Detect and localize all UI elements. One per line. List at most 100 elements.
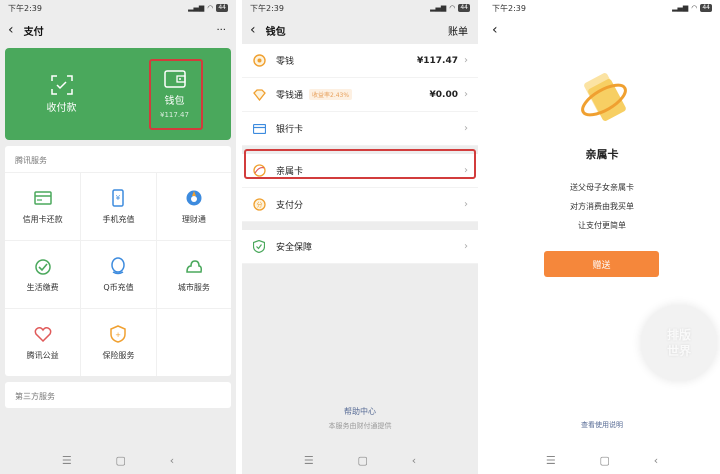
- row-value: ¥117.47: [417, 55, 458, 66]
- status-time: 下午2:39: [492, 3, 526, 13]
- svg-text:分: 分: [256, 201, 262, 209]
- payment-screen: 下午2:39 ▂▄▆ ◠ 44 ‹ 支付 ··· 收付款 钱包 ¥117.47: [0, 0, 236, 474]
- collect-pay-label: 收付款: [46, 102, 77, 114]
- home-icon[interactable]: ▢: [358, 454, 368, 467]
- status-time: 下午2:39: [250, 3, 284, 13]
- collect-pay-button[interactable]: 收付款: [5, 48, 118, 140]
- wifi-icon: ◠: [691, 4, 698, 12]
- status-icons: ▂▄▆ ◠ 44: [188, 4, 228, 12]
- signal-icon: ▂▄▆: [188, 4, 205, 12]
- battery-icon: 44: [700, 4, 712, 12]
- chevron-right-icon: ›: [464, 123, 468, 134]
- pay-score-icon: 分: [252, 198, 266, 212]
- svg-text:¥: ¥: [116, 194, 121, 202]
- service-label: 理财通: [181, 214, 206, 224]
- nav-bar: ‹: [484, 16, 720, 44]
- back-nav-icon[interactable]: ‹: [170, 454, 174, 467]
- status-bar: 下午2:39 ▂▄▆ ◠ 44: [484, 0, 720, 16]
- insurance-icon: +: [109, 324, 127, 343]
- chevron-right-icon: ›: [464, 89, 468, 100]
- system-nav-bar: ☰ ▢ ‹: [0, 446, 236, 474]
- highlight-box: [244, 149, 476, 179]
- service-qcoin[interactable]: Q币充值: [80, 240, 156, 308]
- wallet-screen: 下午2:39 ▂▄▆ ◠ 44 ‹ 钱包 账单 零钱 ¥117.47 › 零钱通…: [242, 0, 478, 474]
- description-line: 送父母子女亲属卡: [570, 183, 634, 192]
- divider: [242, 222, 478, 230]
- nav-bar: ‹ 钱包 账单: [242, 16, 478, 44]
- wallet-row-pay-score[interactable]: 分 支付分 ›: [242, 188, 478, 222]
- back-icon[interactable]: ‹: [492, 23, 498, 37]
- system-nav-bar: ☰ ▢ ‹: [484, 446, 720, 474]
- wallet-row-change[interactable]: 零钱 ¥117.47 ›: [242, 44, 478, 78]
- give-button[interactable]: 赠送: [544, 251, 659, 277]
- back-icon[interactable]: ‹: [250, 23, 256, 37]
- service-label: 生活缴费: [26, 282, 59, 292]
- row-label: 支付分: [276, 201, 304, 211]
- wallet-list: 零钱 ¥117.47 › 零钱通 收益率2.43% ¥0.00 › 银行卡 ›: [242, 44, 478, 146]
- service-label: 保险服务: [102, 350, 135, 360]
- family-card-illustration: [576, 70, 632, 129]
- service-label: 腾讯公益: [26, 350, 59, 360]
- page-title: 钱包: [265, 26, 286, 38]
- services-grid: 信用卡还款 ¥ 手机充值 理财通 生活缴费 Q币充值 城市服务 腾讯公益 + 保…: [5, 172, 231, 376]
- help-center-link[interactable]: 帮助中心: [242, 406, 478, 417]
- back-icon[interactable]: ‹: [8, 23, 14, 37]
- home-icon[interactable]: ▢: [116, 454, 126, 467]
- row-value: ¥0.00: [429, 89, 458, 100]
- city-service-icon: [185, 257, 203, 275]
- wallet-row-security[interactable]: 安全保障 ›: [242, 230, 478, 264]
- status-bar: 下午2:39 ▂▄▆ ◠ 44: [242, 0, 478, 16]
- bill-button[interactable]: 账单: [448, 23, 468, 38]
- usage-instructions-link[interactable]: 查看使用说明: [484, 420, 720, 430]
- back-nav-icon[interactable]: ‹: [412, 454, 416, 467]
- svg-text:+: +: [116, 331, 122, 339]
- description: 送父母子女亲属卡 对方消费由我买单 让支付更简单: [484, 178, 720, 235]
- service-city[interactable]: 城市服务: [155, 240, 231, 308]
- service-phone-recharge[interactable]: ¥ 手机充值: [80, 172, 156, 240]
- coin-icon: [252, 54, 266, 68]
- section-title: 第三方服务: [15, 392, 55, 401]
- watermark: 排版 世界: [641, 305, 717, 381]
- menu-icon[interactable]: ☰: [62, 454, 72, 467]
- charity-icon: [34, 325, 52, 343]
- chevron-right-icon: ›: [464, 241, 468, 252]
- highlight-box: [149, 59, 203, 130]
- nav-bar: ‹ 支付 ···: [0, 16, 236, 44]
- section-title: 腾讯服务: [15, 156, 47, 165]
- battery-icon: 44: [216, 4, 228, 12]
- service-life-payment[interactable]: 生活缴费: [5, 240, 81, 308]
- back-nav-icon[interactable]: ‹: [654, 454, 658, 467]
- battery-icon: 44: [458, 4, 470, 12]
- wifi-icon: ◠: [449, 4, 456, 12]
- wallet-row-lqt[interactable]: 零钱通 收益率2.43% ¥0.00 ›: [242, 78, 478, 112]
- status-time: 下午2:39: [8, 3, 42, 13]
- service-insurance[interactable]: + 保险服务: [80, 308, 156, 376]
- service-empty: [155, 308, 231, 376]
- payment-card: 收付款 钱包 ¥117.47: [5, 48, 231, 140]
- credit-card-icon: [33, 189, 52, 207]
- service-charity[interactable]: 腾讯公益: [5, 308, 81, 376]
- diamond-icon: [252, 88, 266, 102]
- menu-icon[interactable]: ☰: [304, 454, 314, 467]
- more-button[interactable]: ···: [216, 25, 226, 36]
- wallet-row-bank[interactable]: 银行卡 ›: [242, 112, 478, 146]
- home-icon[interactable]: ▢: [600, 454, 610, 467]
- status-icons: ▂▄▆ ◠ 44: [672, 4, 712, 12]
- menu-icon[interactable]: ☰: [546, 454, 556, 467]
- qcoin-icon: [109, 256, 127, 275]
- service-label: 城市服务: [177, 282, 210, 292]
- description-line: 让支付更简单: [578, 221, 626, 230]
- watermark-text: 世界: [666, 344, 691, 358]
- service-credit-card[interactable]: 信用卡还款: [5, 172, 81, 240]
- family-card-screen: 下午2:39 ▂▄▆ ◠ 44 ‹ 亲属卡 送父母子女亲属卡 对方消费由我买单 …: [484, 0, 720, 474]
- description-line: 对方消费由我买单: [570, 202, 634, 211]
- service-licaitong[interactable]: 理财通: [155, 172, 231, 240]
- row-label: 银行卡: [276, 125, 304, 135]
- scan-icon: [50, 74, 73, 95]
- third-party-section: 第三方服务: [5, 382, 231, 408]
- wallet-list: 安全保障 ›: [242, 230, 478, 264]
- rate-badge: 收益率2.43%: [309, 89, 353, 100]
- row-label: 安全保障: [276, 243, 313, 253]
- signal-icon: ▂▄▆: [672, 4, 689, 12]
- row-label: 零钱通: [276, 91, 304, 101]
